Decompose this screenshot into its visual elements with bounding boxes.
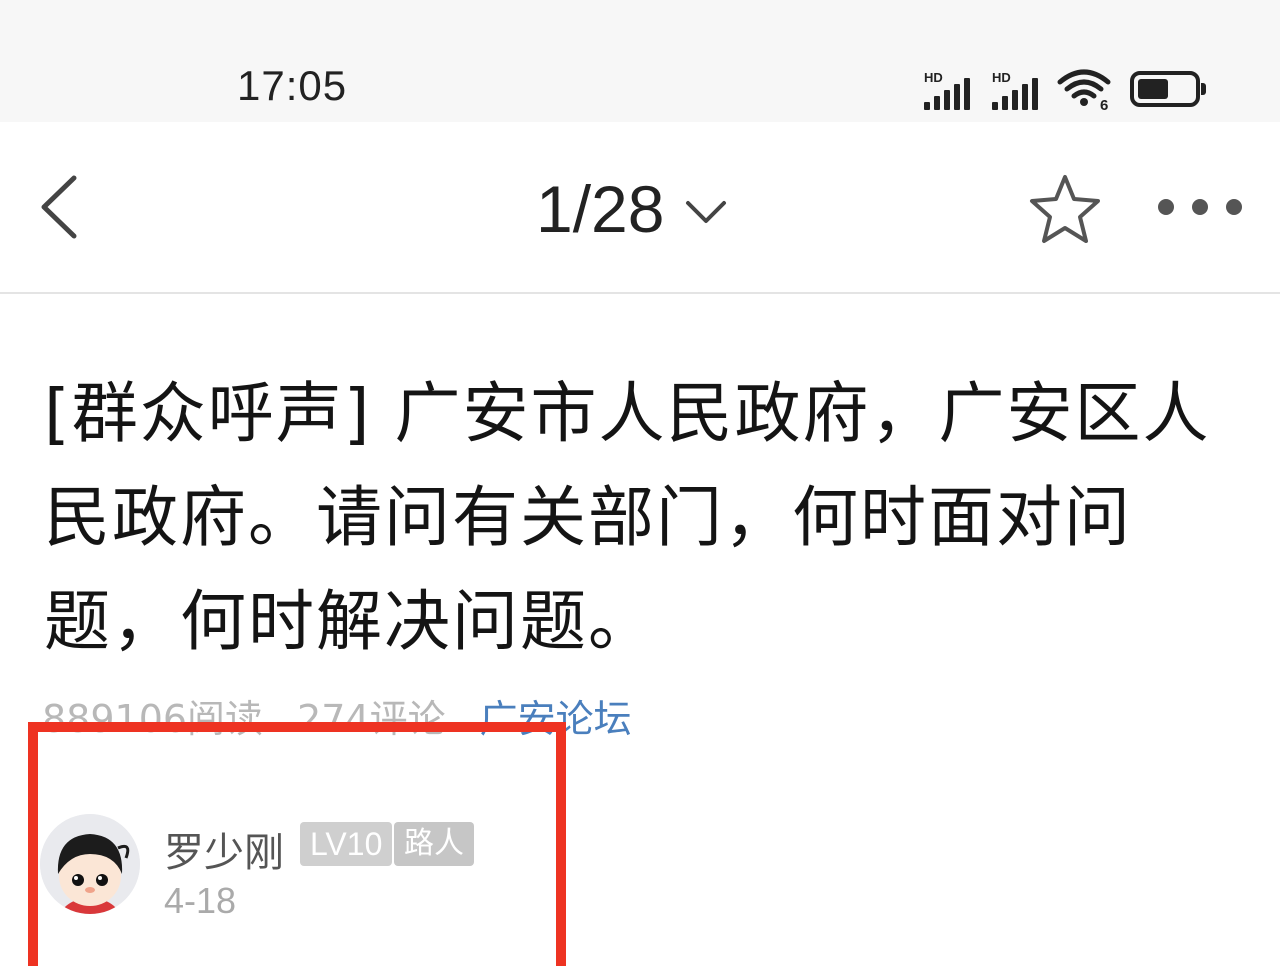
chevron-down-icon: [686, 201, 727, 223]
wifi-icon: 6: [1057, 69, 1111, 110]
highlight-annotation-box: [28, 722, 566, 966]
page-indicator-dropdown[interactable]: 1/28: [536, 164, 728, 254]
post-title: [群众呼声] 广安市人民政府，广安区人民政府。请问有关部门，何时面对问题，何时解…: [44, 375, 1211, 660]
battery-icon: [1130, 71, 1206, 107]
status-bar: 17:05 HD HD 6: [0, 0, 1280, 122]
status-icons: HD HD 6: [920, 66, 1206, 110]
signal-icon: HD: [920, 70, 978, 110]
page-indicator-text: 1/28: [536, 172, 665, 246]
wifi-6-label: 6: [1100, 97, 1108, 110]
top-navbar: 1/28: [0, 122, 1280, 294]
signal-icon: HD: [988, 70, 1046, 110]
status-time: 17:05: [237, 62, 348, 109]
back-arrow-icon[interactable]: [30, 172, 90, 242]
star-icon[interactable]: [1026, 172, 1104, 246]
more-icon[interactable]: [1152, 192, 1248, 222]
